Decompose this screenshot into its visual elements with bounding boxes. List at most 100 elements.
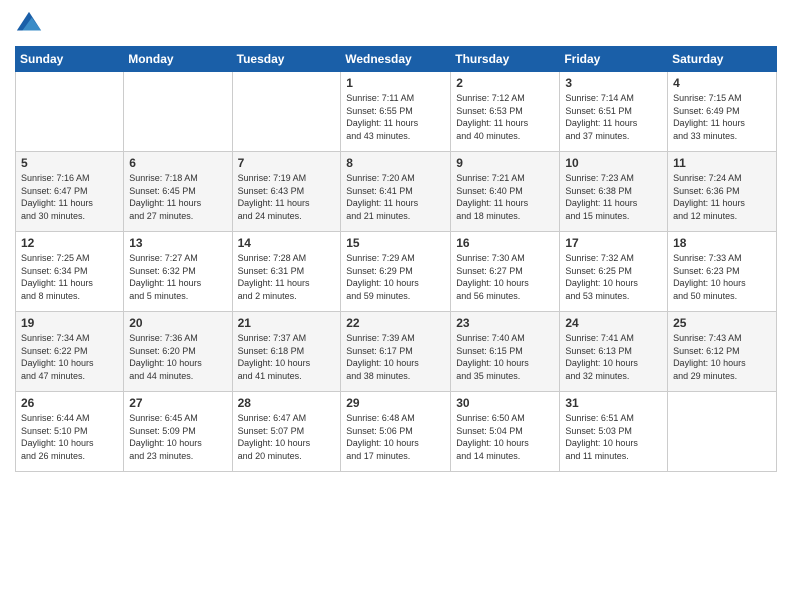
day-info: Sunrise: 7:34 AM Sunset: 6:22 PM Dayligh…: [21, 332, 118, 382]
calendar-cell: 13Sunrise: 7:27 AM Sunset: 6:32 PM Dayli…: [124, 232, 232, 312]
calendar-cell: 29 Sunrise: 6:48 AM Sunset: 5:06 PM Dayli…: [341, 392, 451, 472]
calendar-cell: 22 Sunrise: 7:39 AM Sunset: 6:17 PM Dayli…: [341, 312, 451, 392]
day-info: Sunrise: 7:11 AM Sunset: 6:55 PM Dayligh…: [346, 92, 445, 142]
calendar-cell: [124, 72, 232, 152]
calendar-week-5: 26 Sunrise: 6:44 AM Sunset: 5:10 PM Dayli…: [16, 392, 777, 472]
day-number: 26: [21, 396, 118, 410]
day-number: 14: [238, 236, 336, 250]
calendar-cell: 28 Sunrise: 6:47 AM Sunset: 5:07 PM Dayli…: [232, 392, 341, 472]
day-number: 8: [346, 156, 445, 170]
calendar-week-1: 1 Sunrise: 7:11 AM Sunset: 6:55 PM Daylig…: [16, 72, 777, 152]
day-number: 1: [346, 76, 445, 90]
calendar-cell: 27 Sunrise: 6:45 AM Sunset: 5:09 PM Dayli…: [124, 392, 232, 472]
calendar-cell: 31 Sunrise: 6:51 AM Sunset: 5:03 PM Dayli…: [560, 392, 668, 472]
day-number: 18: [673, 236, 771, 250]
day-info: Sunrise: 6:45 AM Sunset: 5:09 PM Dayligh…: [129, 412, 226, 462]
day-number: 31: [565, 396, 662, 410]
calendar-cell: 7 Sunrise: 7:19 AM Sunset: 6:43 PM Daylig…: [232, 152, 341, 232]
day-number: 22: [346, 316, 445, 330]
day-info: Sunrise: 7:33 AM Sunset: 6:23 PM Dayligh…: [673, 252, 771, 302]
header: [15, 10, 777, 38]
calendar-cell: 21 Sunrise: 7:37 AM Sunset: 6:18 PM Dayli…: [232, 312, 341, 392]
day-number: 29: [346, 396, 445, 410]
weekday-header-monday: Monday: [124, 47, 232, 72]
day-info: Sunrise: 7:36 AM Sunset: 6:20 PM Dayligh…: [129, 332, 226, 382]
day-info: Sunrise: 7:23 AM Sunset: 6:38 PM Dayligh…: [565, 172, 662, 222]
calendar-cell: 16 Sunrise: 7:30 AM Sunset: 6:27 PM Dayli…: [451, 232, 560, 312]
calendar-cell: 20 Sunrise: 7:36 AM Sunset: 6:20 PM Dayli…: [124, 312, 232, 392]
calendar-week-2: 5Sunrise: 7:16 AM Sunset: 6:47 PM Daylig…: [16, 152, 777, 232]
weekday-header-thursday: Thursday: [451, 47, 560, 72]
calendar-cell: 14 Sunrise: 7:28 AM Sunset: 6:31 PM Dayli…: [232, 232, 341, 312]
day-number: 20: [129, 316, 226, 330]
calendar-cell: 10 Sunrise: 7:23 AM Sunset: 6:38 PM Dayli…: [560, 152, 668, 232]
day-number: 21: [238, 316, 336, 330]
day-info: Sunrise: 7:20 AM Sunset: 6:41 PM Dayligh…: [346, 172, 445, 222]
day-number: 11: [673, 156, 771, 170]
day-info: Sunrise: 6:51 AM Sunset: 5:03 PM Dayligh…: [565, 412, 662, 462]
day-number: 30: [456, 396, 554, 410]
weekday-header-row: SundayMondayTuesdayWednesdayThursdayFrid…: [16, 47, 777, 72]
day-info: Sunrise: 7:30 AM Sunset: 6:27 PM Dayligh…: [456, 252, 554, 302]
day-info: Sunrise: 7:16 AM Sunset: 6:47 PM Dayligh…: [21, 172, 118, 222]
day-info: Sunrise: 6:47 AM Sunset: 5:07 PM Dayligh…: [238, 412, 336, 462]
calendar-table: SundayMondayTuesdayWednesdayThursdayFrid…: [15, 46, 777, 472]
day-number: 25: [673, 316, 771, 330]
day-number: 15: [346, 236, 445, 250]
day-number: 23: [456, 316, 554, 330]
calendar-cell: 1 Sunrise: 7:11 AM Sunset: 6:55 PM Daylig…: [341, 72, 451, 152]
day-info: Sunrise: 6:44 AM Sunset: 5:10 PM Dayligh…: [21, 412, 118, 462]
day-info: Sunrise: 7:12 AM Sunset: 6:53 PM Dayligh…: [456, 92, 554, 142]
calendar-week-3: 12Sunrise: 7:25 AM Sunset: 6:34 PM Dayli…: [16, 232, 777, 312]
day-number: 27: [129, 396, 226, 410]
page: SundayMondayTuesdayWednesdayThursdayFrid…: [0, 0, 792, 612]
day-info: Sunrise: 7:27 AM Sunset: 6:32 PM Dayligh…: [129, 252, 226, 302]
calendar-cell: 25 Sunrise: 7:43 AM Sunset: 6:12 PM Dayli…: [668, 312, 777, 392]
calendar-cell: 24Sunrise: 7:41 AM Sunset: 6:13 PM Dayli…: [560, 312, 668, 392]
day-number: 19: [21, 316, 118, 330]
day-number: 4: [673, 76, 771, 90]
weekday-header-wednesday: Wednesday: [341, 47, 451, 72]
calendar-cell: 4 Sunrise: 7:15 AM Sunset: 6:49 PM Daylig…: [668, 72, 777, 152]
day-info: Sunrise: 7:37 AM Sunset: 6:18 PM Dayligh…: [238, 332, 336, 382]
calendar-cell: 6Sunrise: 7:18 AM Sunset: 6:45 PM Daylig…: [124, 152, 232, 232]
day-info: Sunrise: 6:48 AM Sunset: 5:06 PM Dayligh…: [346, 412, 445, 462]
calendar-cell: 23 Sunrise: 7:40 AM Sunset: 6:15 PM Dayli…: [451, 312, 560, 392]
day-number: 28: [238, 396, 336, 410]
calendar-cell: 15 Sunrise: 7:29 AM Sunset: 6:29 PM Dayli…: [341, 232, 451, 312]
day-number: 3: [565, 76, 662, 90]
weekday-header-friday: Friday: [560, 47, 668, 72]
day-info: Sunrise: 7:39 AM Sunset: 6:17 PM Dayligh…: [346, 332, 445, 382]
weekday-header-sunday: Sunday: [16, 47, 124, 72]
calendar-cell: 9Sunrise: 7:21 AM Sunset: 6:40 PM Daylig…: [451, 152, 560, 232]
day-info: Sunrise: 6:50 AM Sunset: 5:04 PM Dayligh…: [456, 412, 554, 462]
calendar-week-4: 19 Sunrise: 7:34 AM Sunset: 6:22 PM Dayli…: [16, 312, 777, 392]
calendar-cell: [16, 72, 124, 152]
calendar-cell: [668, 392, 777, 472]
calendar-cell: 8 Sunrise: 7:20 AM Sunset: 6:41 PM Daylig…: [341, 152, 451, 232]
day-info: Sunrise: 7:29 AM Sunset: 6:29 PM Dayligh…: [346, 252, 445, 302]
calendar-cell: 12Sunrise: 7:25 AM Sunset: 6:34 PM Dayli…: [16, 232, 124, 312]
calendar-cell: 18 Sunrise: 7:33 AM Sunset: 6:23 PM Dayli…: [668, 232, 777, 312]
day-info: Sunrise: 7:14 AM Sunset: 6:51 PM Dayligh…: [565, 92, 662, 142]
day-number: 16: [456, 236, 554, 250]
day-number: 17: [565, 236, 662, 250]
day-info: Sunrise: 7:28 AM Sunset: 6:31 PM Dayligh…: [238, 252, 336, 302]
calendar-cell: 30 Sunrise: 6:50 AM Sunset: 5:04 PM Dayli…: [451, 392, 560, 472]
day-info: Sunrise: 7:15 AM Sunset: 6:49 PM Dayligh…: [673, 92, 771, 142]
day-number: 24: [565, 316, 662, 330]
day-number: 10: [565, 156, 662, 170]
calendar-cell: 5Sunrise: 7:16 AM Sunset: 6:47 PM Daylig…: [16, 152, 124, 232]
calendar-cell: 3 Sunrise: 7:14 AM Sunset: 6:51 PM Daylig…: [560, 72, 668, 152]
calendar-cell: [232, 72, 341, 152]
day-info: Sunrise: 7:43 AM Sunset: 6:12 PM Dayligh…: [673, 332, 771, 382]
logo: [15, 10, 47, 38]
day-info: Sunrise: 7:24 AM Sunset: 6:36 PM Dayligh…: [673, 172, 771, 222]
day-info: Sunrise: 7:19 AM Sunset: 6:43 PM Dayligh…: [238, 172, 336, 222]
calendar-cell: 17 Sunrise: 7:32 AM Sunset: 6:25 PM Dayli…: [560, 232, 668, 312]
day-number: 7: [238, 156, 336, 170]
calendar-cell: 2Sunrise: 7:12 AM Sunset: 6:53 PM Daylig…: [451, 72, 560, 152]
day-info: Sunrise: 7:32 AM Sunset: 6:25 PM Dayligh…: [565, 252, 662, 302]
day-number: 9: [456, 156, 554, 170]
day-info: Sunrise: 7:40 AM Sunset: 6:15 PM Dayligh…: [456, 332, 554, 382]
